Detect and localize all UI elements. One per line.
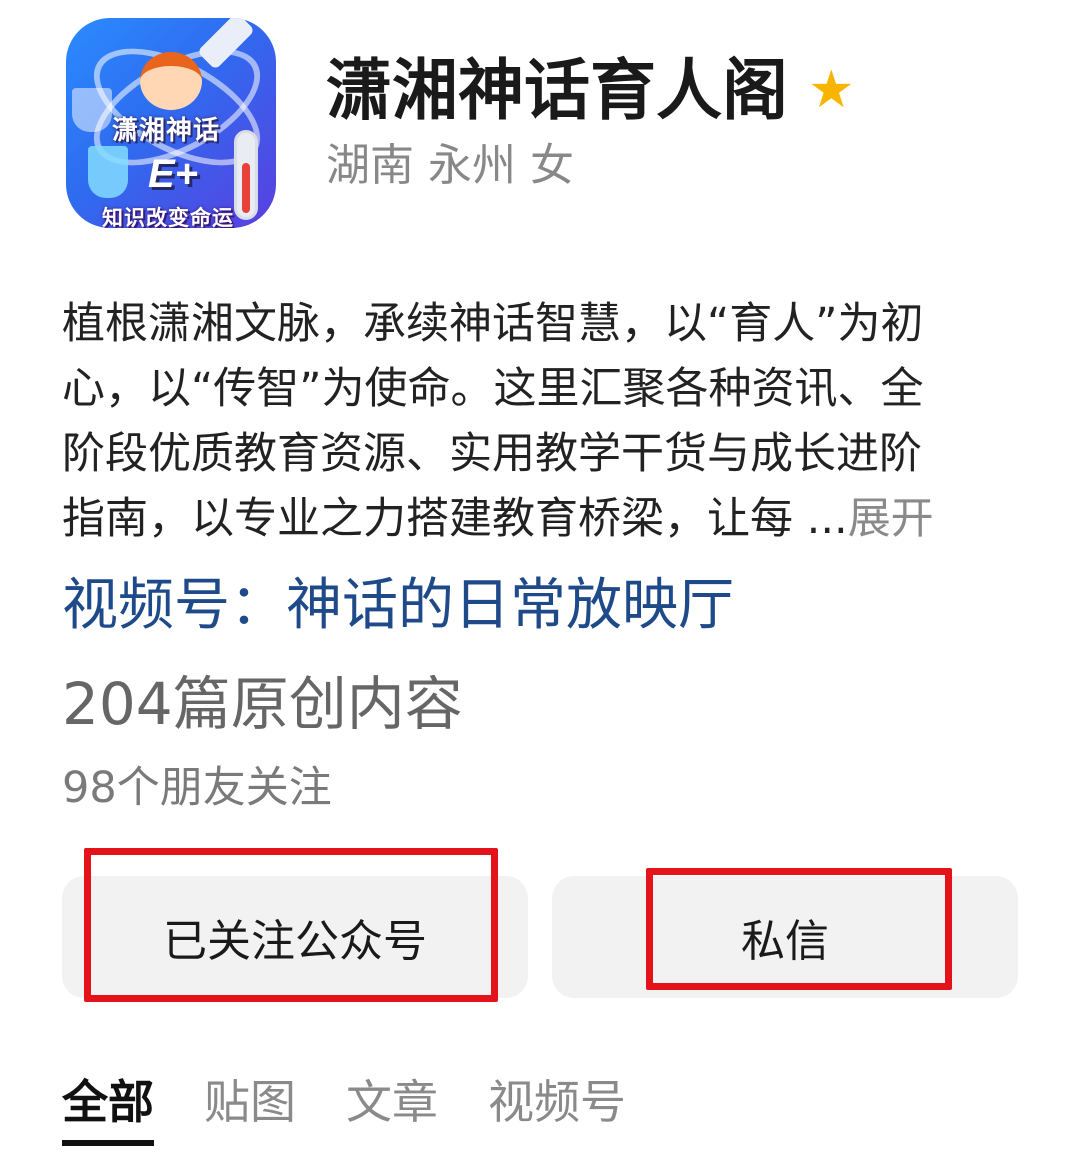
follow-button-label: 已关注公众号 <box>163 916 427 967</box>
friends-following-count[interactable]: 98个朋友关注 <box>62 760 332 816</box>
content-tabs: 全部 贴图 文章 视频号 <box>62 1070 626 1152</box>
message-button-label: 私信 <box>741 916 829 967</box>
expand-link[interactable]: 展开 <box>848 494 934 544</box>
original-content-count[interactable]: 204篇原创内容 <box>62 664 463 744</box>
cartoon-character-graphic <box>140 52 202 110</box>
tab-articles[interactable]: 文章 <box>346 1070 438 1152</box>
account-description: 植根潇湘文脉，承续神话智慧，以“育人”为初 心，以“传智”为使命。这里汇聚各种资… <box>62 292 1002 552</box>
description-line: 指南，以专业之力搭建教育桥梁，让每 <box>62 494 807 544</box>
thermometer-icon <box>234 130 258 220</box>
star-icon[interactable]: ★ <box>808 60 855 120</box>
account-location: 湖南 永州 女 <box>326 140 574 191</box>
video-channel-link[interactable]: 视频号：神话的日常放映厅 <box>62 568 734 644</box>
description-line: 阶段优质教育资源、实用教学干货与成长进阶 <box>62 429 922 479</box>
avatar-badge-text: E+ <box>148 152 199 196</box>
account-avatar[interactable]: 潇湘神话 E+ 知识改变命运 <box>66 18 276 228</box>
description-ellipsis: ... <box>806 494 848 544</box>
description-line: 心，以“传智”为使命。这里汇聚各种资讯、全 <box>62 364 924 414</box>
avatar-title-text: 潇湘神话 <box>112 115 221 145</box>
description-line-last: 指南，以专业之力搭建教育桥梁，让每 ...展开 <box>62 487 1002 552</box>
flask-icon <box>88 146 128 198</box>
account-name: 潇湘神话育人阁 <box>326 52 788 129</box>
followed-official-account-button[interactable]: 已关注公众号 <box>62 876 528 998</box>
flask-icon <box>72 88 112 132</box>
tab-images[interactable]: 贴图 <box>204 1070 296 1152</box>
description-line: 植根潇湘文脉，承续神话智慧，以“育人”为初 <box>62 299 924 349</box>
avatar-slogan-text: 知识改变命运 <box>102 207 234 228</box>
tab-all[interactable]: 全部 <box>62 1070 154 1152</box>
private-message-button[interactable]: 私信 <box>552 876 1018 998</box>
tab-videos[interactable]: 视频号 <box>488 1070 626 1152</box>
